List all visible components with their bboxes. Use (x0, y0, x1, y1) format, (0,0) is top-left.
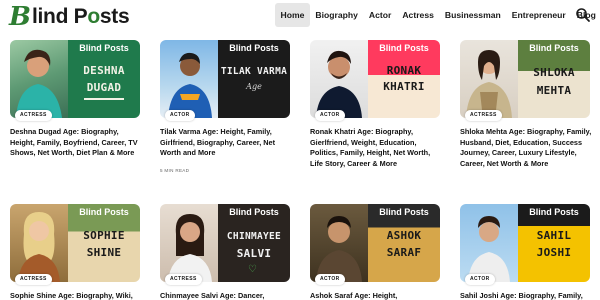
panel-brand: Blind Posts (229, 43, 279, 53)
person-photo (10, 204, 68, 282)
post-title[interactable]: Shloka Mehta Age: Biography, Family, Hus… (460, 127, 592, 169)
logo-text: lind Posts (31, 5, 130, 28)
panel-brand: Blind Posts (229, 207, 279, 217)
site-header: Blind Posts Home Biography Actor Actress… (0, 0, 600, 34)
title-panel: Blind Posts CHINMAYEE SALVI ♡ (218, 204, 290, 282)
post-thumbnail[interactable]: Blind Posts TILAK VARMA Age (160, 40, 290, 118)
panel-name-line2: SHINE (86, 246, 122, 259)
post-title[interactable]: Sahil Joshi Age: Biography, Family, (460, 291, 592, 300)
category-badge[interactable]: ACTRESS (15, 274, 52, 285)
post-thumbnail[interactable]: Blind Posts ASHOK SARAF (310, 204, 440, 282)
title-panel: Blind Posts SHLOKA MEHTA (518, 40, 590, 118)
panel-name-line2: SARAF (386, 246, 422, 259)
category-badge[interactable]: ACTOR (315, 274, 345, 285)
person-photo (310, 204, 368, 282)
panel-name-line1: SHLOKA (533, 66, 575, 79)
panel-brand: Blind Posts (79, 207, 129, 217)
panel-name-line1: TILAK VARMA (220, 66, 288, 77)
nav-item-home[interactable]: Home (275, 3, 310, 27)
panel-name-line2: DUGAD (86, 81, 122, 94)
panel-name-line2: KHATRI (383, 80, 425, 93)
search-icon[interactable] (575, 7, 591, 23)
post-title[interactable]: Sophie Shine Age: Biography, Wiki, (10, 291, 142, 300)
title-panel: Blind Posts DESHNA DUGAD (68, 40, 140, 118)
post-thumbnail[interactable]: Blind Posts SAHIL JOSHI (460, 204, 590, 282)
nav-item-entrepreneur[interactable]: Entrepreneur (506, 3, 571, 27)
title-panel: Blind Posts RONAK KHATRI (368, 40, 440, 118)
post-title[interactable]: Chinmayee Salvi Age: Dancer, (160, 291, 292, 300)
title-panel: Blind Posts TILAK VARMA Age (218, 40, 290, 118)
title-panel: Blind Posts SAHIL JOSHI (518, 204, 590, 282)
category-badge[interactable]: ACTRESS (465, 110, 502, 121)
person-photo (160, 40, 218, 118)
title-panel: Blind Posts SOPHIE SHINE (68, 204, 140, 282)
panel-subtitle: Age (246, 82, 262, 91)
panel-name-line1: SOPHIE (83, 229, 125, 242)
read-time: 5 MIN READ (160, 168, 190, 173)
person-photo (10, 40, 68, 118)
category-badge[interactable]: ACTOR (315, 110, 345, 121)
post-title[interactable]: Ashok Saraf Age: Height, (310, 291, 442, 300)
panel-brand: Blind Posts (379, 43, 429, 53)
post-thumbnail[interactable]: Blind Posts DESHNA DUGAD (10, 40, 140, 118)
panel-name-line1: RONAK (386, 64, 422, 77)
panel-brand: Blind Posts (529, 207, 579, 217)
category-badge[interactable]: ACTRESS (165, 274, 202, 285)
post-title[interactable]: Deshna Dugad Age: Biography, Height, Fam… (10, 127, 142, 159)
main-nav: Home Biography Actor Actress Businessman… (275, 3, 600, 27)
person-photo (160, 204, 218, 282)
person-photo (460, 40, 518, 118)
post-title[interactable]: Tilak Varma Age: Height, Family, Girlfri… (160, 127, 292, 159)
panel-name-line1: SAHIL (536, 229, 572, 242)
nav-item-biography[interactable]: Biography (310, 3, 364, 27)
person-photo (310, 40, 368, 118)
category-badge[interactable]: ACTRESS (15, 110, 52, 121)
nav-item-actress[interactable]: Actress (397, 3, 440, 27)
panel-name-line2: MEHTA (536, 84, 572, 97)
post-title[interactable]: Ronak Khatri Age: Biography, Gierlfriend… (310, 127, 442, 169)
panel-name-line1: CHINMAYEE (226, 231, 282, 242)
panel-brand: Blind Posts (79, 43, 129, 53)
panel-brand: Blind Posts (379, 207, 429, 217)
panel-name-line1: ASHOK (386, 229, 422, 242)
site-logo[interactable]: Blind Posts (9, 2, 130, 32)
person-photo (460, 204, 518, 282)
post-thumbnail[interactable]: Blind Posts SOPHIE SHINE (10, 204, 140, 282)
panel-underline (84, 98, 124, 100)
post-thumbnail[interactable]: Blind Posts SHLOKA MEHTA (460, 40, 590, 118)
heart-icon: ♡ (248, 264, 257, 275)
panel-name-line1: DESHNA (83, 64, 125, 77)
post-thumbnail[interactable]: Blind Posts RONAK KHATRI (310, 40, 440, 118)
nav-item-actor[interactable]: Actor (363, 3, 396, 27)
logo-mark: B (9, 2, 31, 32)
nav-item-businessman[interactable]: Businessman (439, 3, 506, 27)
panel-brand: Blind Posts (529, 43, 579, 53)
panel-name-line2: SALVI (236, 247, 272, 260)
category-badge[interactable]: ACTOR (165, 110, 195, 121)
panel-name-line2: JOSHI (536, 246, 572, 259)
post-thumbnail[interactable]: Blind Posts CHINMAYEE SALVI ♡ (160, 204, 290, 282)
title-panel: Blind Posts ASHOK SARAF (368, 204, 440, 282)
category-badge[interactable]: ACTOR (465, 274, 495, 285)
